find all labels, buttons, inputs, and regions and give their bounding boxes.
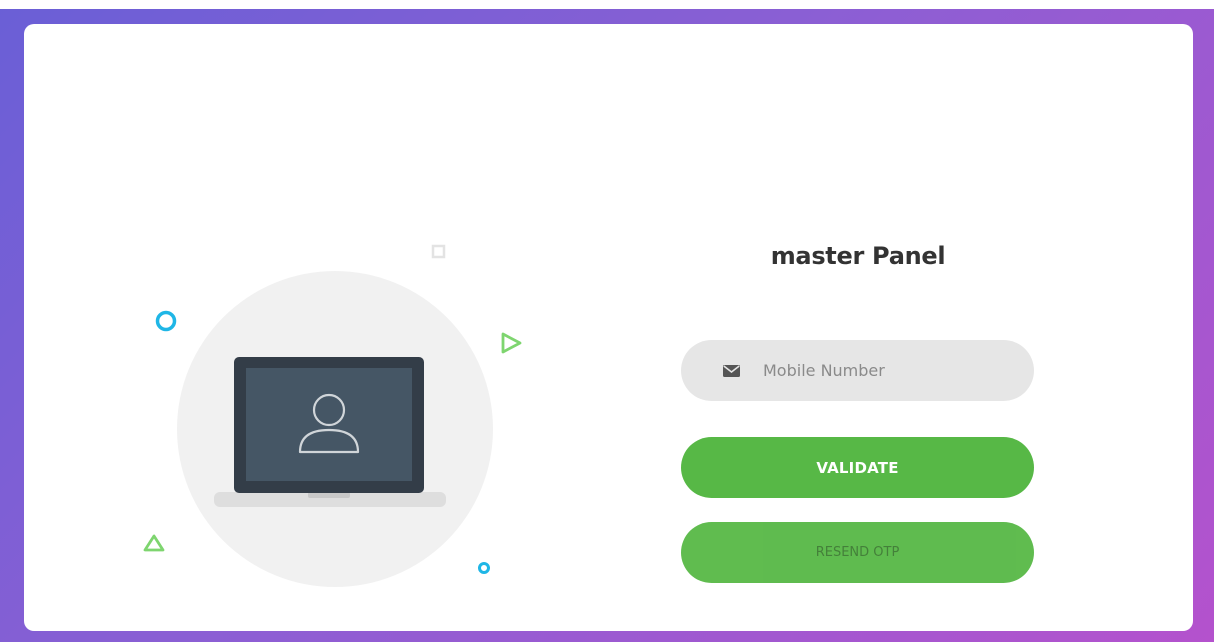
decor-ring-blue-small [478,562,490,574]
page-title: master Panel [770,242,946,270]
mobile-number-input[interactable] [763,340,1013,401]
decor-ring-blue-large [155,310,177,332]
validate-button[interactable]: VALIDATE [681,437,1034,498]
resend-otp-button[interactable]: RESEND OTP [681,522,1034,583]
decor-triangle-green-right [501,332,522,354]
envelope-icon [723,365,740,377]
mobile-number-field[interactable] [681,340,1034,401]
decor-triangle-green-up [143,534,165,552]
login-card: master Panel VALIDATE RESEND OTP [24,24,1193,631]
top-white-strip [0,0,1214,9]
decor-square-outline [431,244,446,259]
